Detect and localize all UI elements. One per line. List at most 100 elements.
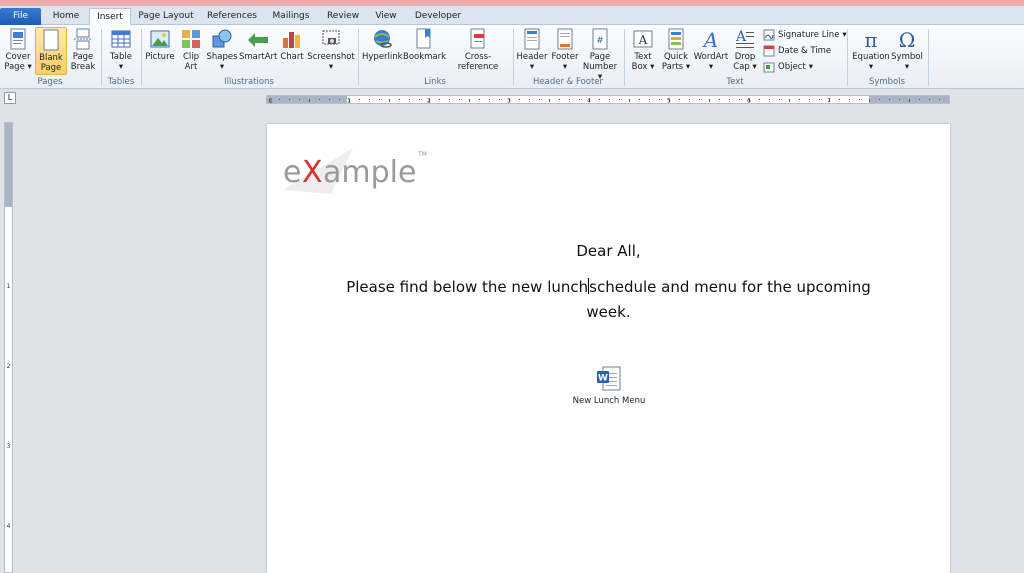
svg-text:A: A (638, 33, 648, 47)
ribbon: Cover Page ▾ Blank Page Page Break Pages… (0, 25, 1024, 89)
equation-button[interactable]: π Equation ▾ (851, 27, 891, 72)
embedded-document-label: New Lunch Menu (572, 396, 646, 406)
page-number-label-2: Number (582, 62, 618, 72)
ruler-number: 4 (6, 523, 11, 530)
embedded-word-document[interactable]: W New Lunch Menu (567, 366, 651, 406)
tab-insert[interactable]: Insert (89, 8, 131, 25)
page-break-button[interactable]: Page Break (68, 27, 98, 72)
quick-parts-button[interactable]: Quick Parts ▾ (660, 27, 692, 72)
smartart-label: SmartArt (239, 52, 278, 62)
ribbon-tabs: File Home Insert Page Layout References … (0, 6, 1024, 25)
ruler-number: 1 (269, 98, 273, 104)
ruler-tick (469, 99, 470, 102)
document-page[interactable]: e X ample TM Dear All, Please find below… (267, 124, 950, 573)
wordart-label: WordArt (693, 52, 729, 62)
drop-cap-icon: A (735, 29, 754, 48)
smartart-button[interactable]: SmartArt (239, 27, 277, 62)
logo-text-x: X (302, 155, 323, 190)
screenshot-button[interactable]: Screenshot ▾ (307, 27, 355, 72)
ruler-tick (639, 99, 640, 100)
chart-label: Chart (280, 52, 304, 62)
tab-home[interactable]: Home (44, 8, 88, 25)
tab-page-layout[interactable]: Page Layout (134, 8, 198, 25)
ruler-tick (839, 99, 840, 100)
page-number-button[interactable]: # Page Number ▾ (582, 27, 618, 82)
page-number-icon: # (592, 28, 608, 50)
tab-file[interactable]: File (0, 8, 41, 25)
picture-button[interactable]: Picture (144, 27, 176, 62)
header-button[interactable]: Header ▾ (516, 27, 548, 72)
ruler-tick (479, 99, 480, 100)
table-label: Table (110, 52, 132, 62)
table-button[interactable]: Table ▾ (104, 27, 138, 72)
signature-line-button[interactable]: Signature Line ▾ (763, 29, 847, 41)
tab-mailings[interactable]: Mailings (266, 8, 316, 25)
object-icon (763, 62, 775, 73)
wordart-button[interactable]: A WordArt ▾ (693, 27, 729, 72)
chart-button[interactable]: Chart (278, 27, 306, 62)
table-icon (111, 30, 131, 48)
picture-label: Picture (145, 52, 175, 62)
ruler-tick (679, 99, 680, 100)
screenshot-icon (322, 30, 340, 45)
shapes-button[interactable]: Shapes ▾ (206, 27, 238, 72)
svg-text:A: A (702, 28, 718, 50)
body-line-1[interactable]: Please find below the new lunchschedule … (267, 278, 950, 296)
drop-cap-label-2: Cap (733, 62, 750, 72)
page-break-label-1: Page (72, 52, 94, 62)
bookmark-label: Bookmark (403, 52, 447, 62)
horizontal-ruler[interactable]: 1 1 2 3 4 5 6 7 (266, 95, 950, 104)
quick-parts-label-2: Parts (661, 62, 684, 72)
object-button[interactable]: Object ▾ (763, 61, 813, 73)
date-time-button[interactable]: Date & Time (763, 45, 831, 57)
tab-references[interactable]: References (203, 8, 261, 25)
ruler-tick (459, 99, 460, 100)
tab-developer[interactable]: Developer (410, 8, 466, 25)
body-line-2[interactable]: week. (267, 303, 950, 321)
ruler-tick (579, 99, 580, 100)
screenshot-label: Screenshot (307, 52, 355, 62)
drop-cap-button[interactable]: A Drop Cap ▾ (730, 27, 760, 72)
svg-text:π: π (864, 28, 877, 50)
ruler-tick (569, 99, 570, 100)
hyperlink-icon (374, 30, 392, 48)
page-break-label-2: Break (70, 62, 96, 72)
blank-page-button[interactable]: Blank Page (35, 27, 67, 75)
ruler-tick (719, 99, 720, 100)
ruler-tick (759, 99, 760, 100)
group-label-illustrations: Illustrations (224, 77, 274, 87)
hyperlink-button[interactable]: Hyperlink (362, 27, 403, 62)
ruler-tick (909, 99, 910, 102)
cross-reference-button[interactable]: Cross-reference (446, 27, 510, 72)
ruler-number: 7 (827, 98, 831, 104)
symbol-button[interactable]: Ω Symbol ▾ (891, 27, 923, 72)
group-label-links: Links (424, 77, 446, 87)
ruler-tick (729, 99, 730, 100)
cover-page-label-2: Page (4, 62, 25, 72)
bookmark-button[interactable]: Bookmark (403, 27, 447, 62)
vertical-ruler[interactable]: 1 2 3 4 (4, 122, 13, 573)
clip-art-button[interactable]: Clip Art (178, 27, 204, 72)
ruler-tick (319, 99, 320, 100)
svg-text:#: # (596, 36, 604, 46)
text-box-button[interactable]: A Text Box ▾ (628, 27, 658, 72)
ruler-tick (559, 99, 560, 100)
ruler-tick (409, 99, 410, 100)
cover-page-button[interactable]: Cover Page ▾ (2, 27, 34, 72)
ruler-tick (689, 99, 690, 100)
tab-view[interactable]: View (370, 8, 402, 25)
example-logo: e X ample TM (281, 140, 431, 194)
ruler-tick (619, 99, 620, 100)
footer-button[interactable]: Footer ▾ (549, 27, 581, 72)
picture-icon (150, 30, 170, 48)
group-label-header-footer: Header & Footer (532, 77, 604, 87)
clip-art-label-1: Clip (182, 52, 200, 62)
ruler-tick (399, 99, 400, 100)
tab-selector[interactable]: L (4, 92, 16, 104)
ruler-tick (889, 99, 890, 100)
ruler-tick (299, 99, 300, 100)
tab-review[interactable]: Review (322, 8, 364, 25)
page-break-icon (74, 28, 92, 50)
greeting-text[interactable]: Dear All, (267, 242, 950, 260)
ruler-number: 3 (6, 443, 11, 450)
